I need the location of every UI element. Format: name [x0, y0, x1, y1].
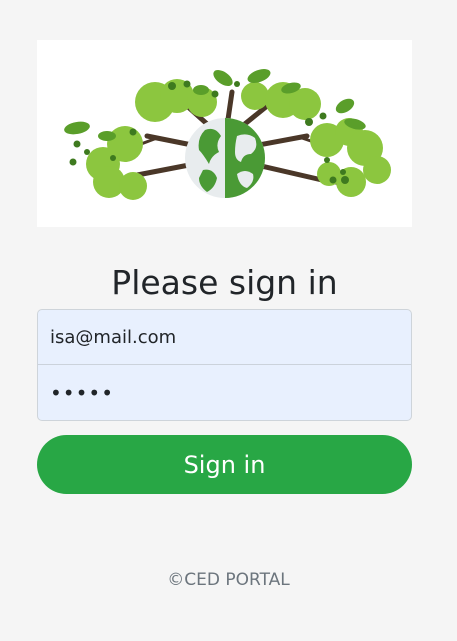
signin-form: Please sign in Sign in: [37, 40, 412, 494]
input-group: [37, 309, 412, 421]
earth-tree-logo: [64, 69, 391, 200]
password-field[interactable]: [37, 365, 412, 421]
email-field[interactable]: [37, 309, 412, 365]
footer-copyright: ©CED PORTAL: [167, 570, 290, 590]
signin-button[interactable]: Sign in: [37, 435, 412, 494]
logo-container: [37, 40, 412, 227]
page-title: Please sign in: [111, 263, 338, 302]
